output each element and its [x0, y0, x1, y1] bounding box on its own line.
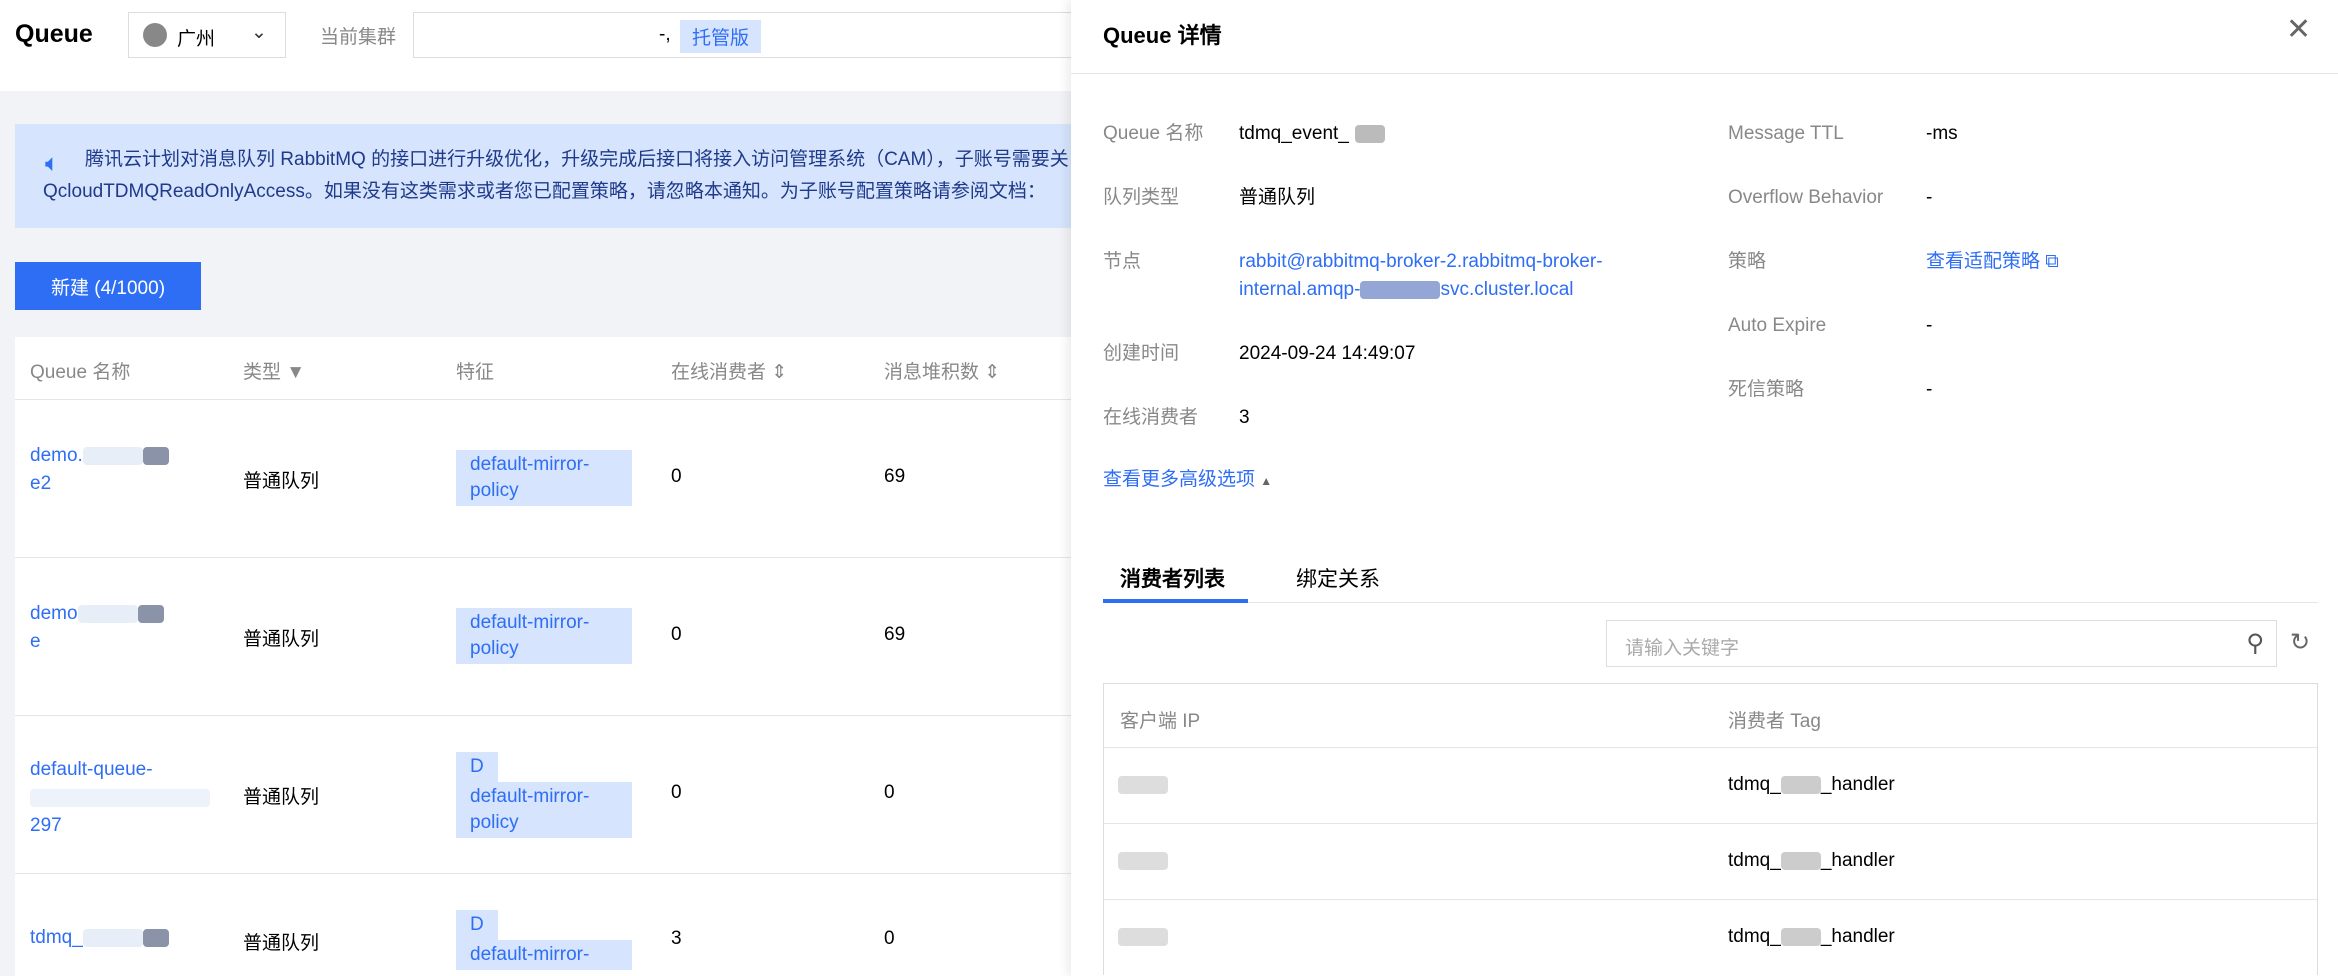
cluster-value: -,	[659, 24, 671, 45]
feature-tag: D	[456, 910, 498, 940]
table-row: default-queue- 297 普通队列 Ddefault-mirror-p…	[15, 715, 1071, 873]
keyword-search-input[interactable]: 请输入关键字 ⚲	[1606, 620, 2277, 667]
banner-line-2: QcloudTDMQReadOnlyAccess。如果没有这类需求或者您已配置策…	[43, 181, 1046, 202]
detail-label: Message TTL	[1728, 123, 1844, 144]
queue-name-link[interactable]: demo e	[30, 600, 220, 656]
queue-type: 普通队列	[243, 471, 320, 492]
col-header-name: Queue 名称	[30, 362, 131, 383]
queue-type: 普通队列	[243, 933, 320, 954]
search-icon[interactable]: ⚲	[2246, 629, 2264, 658]
detail-value: 2024-09-24 14:49:07	[1239, 343, 1416, 364]
page-title: Queue	[15, 20, 93, 48]
consumer-row: tdmq_ _handler	[1104, 823, 2317, 899]
consumer-tag: tdmq_ _handler	[1728, 850, 1895, 871]
detail-value: -	[1926, 315, 1933, 336]
speaker-icon: 🔈︎	[45, 150, 60, 177]
refresh-icon[interactable]: ↻	[2290, 628, 2310, 657]
client-ip	[1118, 852, 1168, 870]
notice-banner: 🔈︎ 腾讯云计划对消息队列 RabbitMQ 的接口进行升级优化，升级完成后接口…	[15, 124, 1071, 228]
queue-type: 普通队列	[243, 629, 320, 650]
drawer-title: Queue 详情	[1103, 23, 1222, 48]
col-header-type[interactable]: 类型 ▼	[243, 357, 305, 384]
cluster-select[interactable]: -, 托管版	[413, 12, 1093, 58]
sort-icon: ⇕	[984, 362, 1001, 383]
feature-tag: D	[456, 752, 498, 782]
consumer-count: 0	[671, 466, 682, 487]
detail-label: 策略	[1728, 251, 1767, 272]
filter-icon: ▼	[286, 362, 306, 383]
feature-tag: default-mirror-	[456, 940, 632, 970]
detail-value: 3	[1239, 407, 1250, 428]
cluster-label: 当前集群	[320, 27, 397, 48]
backlog-count: 69	[884, 624, 906, 645]
backlog-count: 0	[884, 782, 895, 803]
queue-type: 普通队列	[243, 787, 320, 808]
consumer-row: tdmq_ _handler	[1104, 899, 2317, 975]
detail-value: -	[1926, 379, 1933, 400]
col-header-consumers[interactable]: 在线消费者 ⇕	[671, 357, 787, 384]
backlog-count: 69	[884, 466, 906, 487]
feature-tag: default-mirror-policy	[456, 608, 632, 664]
caret-up-icon: ▲	[1260, 474, 1273, 488]
queue-name-link[interactable]: default-queue- 297	[30, 756, 220, 840]
detail-label: Auto Expire	[1728, 315, 1827, 336]
chevron-down-icon: ⌄	[251, 22, 267, 43]
feature-tag: default-mirror-policy	[456, 450, 632, 506]
col-header-features: 特征	[456, 362, 495, 383]
detail-value[interactable]: rabbit@rabbitmq-broker-2.rabbitmq-broker…	[1239, 248, 1603, 304]
detail-label: 创建时间	[1103, 343, 1180, 364]
col-header-backlog[interactable]: 消息堆积数 ⇕	[884, 357, 1000, 384]
tab-consumers[interactable]: 消费者列表	[1120, 563, 1225, 593]
consumer-table: 客户端 IP 消费者 Tag tdmq_ _handler tdmq_ _handl…	[1103, 683, 2318, 975]
feature-tag: default-mirror-policy	[456, 782, 632, 838]
detail-value: -	[1926, 187, 1933, 208]
client-ip	[1118, 776, 1168, 794]
detail-label: 在线消费者	[1103, 407, 1199, 428]
consumer-tag: tdmq_ _handler	[1728, 926, 1895, 947]
detail-label: 死信策略	[1728, 379, 1805, 400]
table-row: demo e 普通队列 default-mirror-policy 0 69	[15, 557, 1071, 715]
queue-name-link[interactable]: tdmq_	[30, 924, 220, 952]
table-row: demo. e2 普通队列 default-mirror-policy 0 69	[15, 399, 1071, 557]
col-header-client-ip: 客户端 IP	[1120, 711, 1201, 732]
detail-label: Queue 名称	[1103, 123, 1204, 144]
detail-value: tdmq_event_	[1239, 120, 1385, 148]
create-queue-button[interactable]: 新建 (4/1000)	[15, 262, 201, 310]
region-select[interactable]: 广州 ⌄	[128, 12, 286, 58]
consumer-tag: tdmq_ _handler	[1728, 774, 1895, 795]
more-options-link[interactable]: 查看更多高级选项 ▲	[1103, 464, 1272, 491]
detail-label: 节点	[1103, 251, 1142, 272]
top-header: Queue 广州 ⌄ 当前集群 -, 托管版	[0, 0, 1093, 91]
consumer-count: 0	[671, 624, 682, 645]
client-ip	[1118, 928, 1168, 946]
col-header-consumer-tag: 消费者 Tag	[1728, 711, 1821, 732]
queue-name-link[interactable]: demo. e2	[30, 442, 220, 498]
sort-icon: ⇕	[771, 362, 788, 383]
backlog-count: 0	[884, 928, 895, 949]
consumer-count: 0	[671, 782, 682, 803]
globe-icon	[143, 23, 167, 47]
region-value: 广州	[177, 29, 216, 50]
close-icon[interactable]: ✕	[2286, 12, 2311, 47]
banner-line-1: 腾讯云计划对消息队列 RabbitMQ 的接口进行升级优化，升级完成后接口将接入…	[85, 149, 1069, 170]
detail-value: -ms	[1926, 123, 1958, 144]
tab-bindings[interactable]: 绑定关系	[1296, 563, 1380, 593]
table-row: tdmq_ 普通队列 Ddefault-mirror- 3 0	[15, 873, 1071, 975]
detail-value: 普通队列	[1239, 187, 1316, 208]
policy-link[interactable]: 查看适配策略 ⧉	[1926, 248, 2059, 276]
queue-table: Queue 名称 类型 ▼ 特征 在线消费者 ⇕ 消息堆积数 ⇕ demo. e2…	[15, 337, 1071, 976]
consumer-count: 3	[671, 928, 682, 949]
cluster-badge: 托管版	[680, 20, 762, 53]
external-link-icon: ⧉	[2045, 251, 2059, 272]
consumer-row: tdmq_ _handler	[1104, 747, 2317, 823]
detail-label: Overflow Behavior	[1728, 187, 1884, 208]
active-tab-indicator	[1103, 599, 1248, 603]
detail-label: 队列类型	[1103, 187, 1180, 208]
